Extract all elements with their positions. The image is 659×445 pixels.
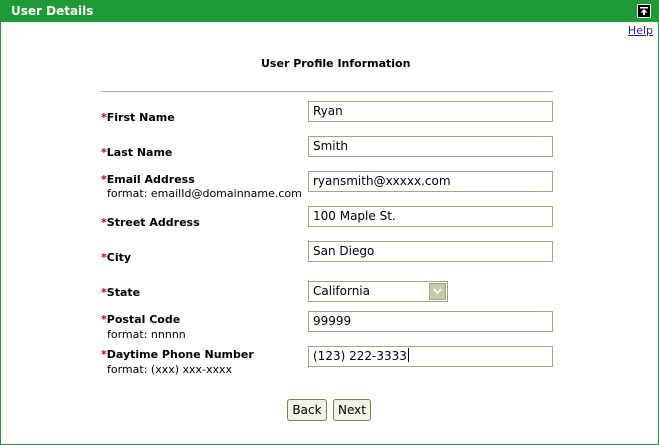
state-label-text: State <box>106 286 141 299</box>
email-field[interactable]: ryansmith@xxxxx.com <box>308 171 553 192</box>
window-title: User Details <box>11 4 94 18</box>
state-select[interactable]: California <box>308 281 448 302</box>
collapse-button[interactable] <box>637 4 651 18</box>
city-label-text: City <box>106 251 132 264</box>
first-name-label: *First Name <box>101 111 175 124</box>
phone-value: (123) 222-3333 <box>313 349 407 363</box>
city-label: *City <box>101 251 131 264</box>
postal-code-format-hint: format: nnnnn <box>107 328 186 341</box>
state-selected-value: California <box>313 284 370 298</box>
section-title: User Profile Information <box>261 57 411 70</box>
last-name-value: Smith <box>313 139 348 153</box>
street-address-value: 100 Maple St. <box>313 209 396 223</box>
help-link[interactable]: Help <box>628 24 653 37</box>
email-label: *Email Address <box>101 173 195 186</box>
email-label-text: Email Address <box>106 173 195 186</box>
postal-code-label: *Postal Code <box>101 313 180 326</box>
postal-code-label-text: Postal Code <box>106 313 181 326</box>
next-button[interactable]: Next <box>333 399 371 421</box>
phone-label-text: Daytime Phone Number <box>106 348 254 361</box>
street-address-label: *Street Address <box>101 216 200 229</box>
last-name-label: *Last Name <box>101 146 172 159</box>
state-dropdown-button[interactable] <box>429 283 446 300</box>
street-address-field[interactable]: 100 Maple St. <box>308 206 553 227</box>
postal-code-field[interactable]: 99999 <box>308 311 553 332</box>
state-label: *State <box>101 286 140 299</box>
user-details-window: User Details Help User Profile Informati… <box>0 0 659 445</box>
collapse-up-icon <box>640 7 648 15</box>
phone-field[interactable]: (123) 222-3333 <box>308 346 553 367</box>
last-name-field[interactable]: Smith <box>308 136 553 157</box>
email-value: ryansmith@xxxxx.com <box>313 174 451 188</box>
first-name-value: Ryan <box>313 104 343 118</box>
email-format-hint: format: emailId@domainname.com <box>107 187 302 200</box>
divider <box>101 91 553 92</box>
city-value: San Diego <box>313 244 375 258</box>
last-name-label-text: Last Name <box>106 146 173 159</box>
postal-code-value: 99999 <box>313 314 352 328</box>
street-address-label-text: Street Address <box>106 216 200 229</box>
text-caret <box>407 348 409 362</box>
phone-format-hint: format: (xxx) xxx-xxxx <box>107 363 233 376</box>
chevron-down-icon <box>433 288 442 295</box>
city-field[interactable]: San Diego <box>308 241 553 262</box>
phone-label: *Daytime Phone Number <box>101 348 254 361</box>
back-button[interactable]: Back <box>287 399 327 421</box>
first-name-field[interactable]: Ryan <box>308 101 553 122</box>
title-bar: User Details <box>1 1 658 22</box>
first-name-label-text: First Name <box>106 111 175 124</box>
